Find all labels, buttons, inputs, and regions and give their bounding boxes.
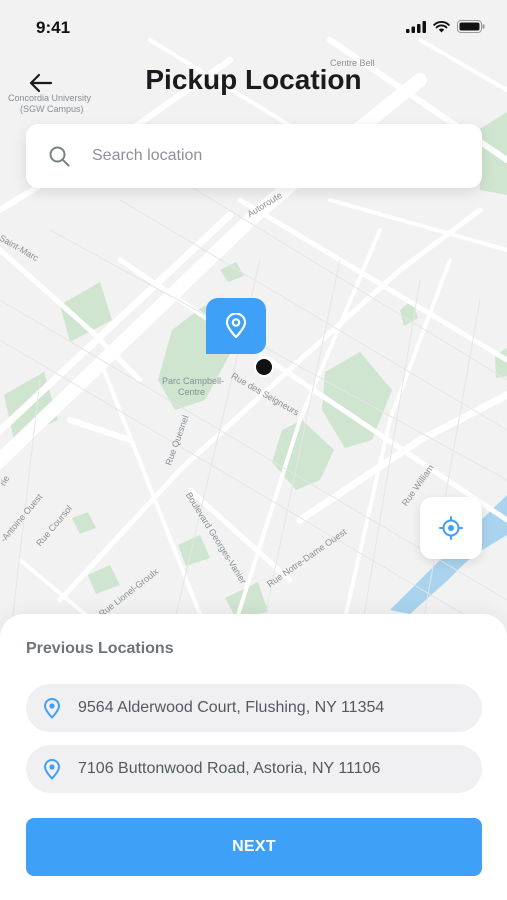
- location-pin-icon: [42, 758, 62, 779]
- previous-location-item[interactable]: 7106 Buttonwood Road, Astoria, NY 11106: [26, 745, 482, 793]
- search-bar[interactable]: [26, 124, 482, 188]
- previous-location-item[interactable]: 9564 Alderwood Court, Flushing, NY 11354: [26, 684, 482, 732]
- pin-dot: [254, 357, 274, 377]
- wifi-icon: [433, 20, 450, 32]
- battery-icon: [457, 20, 485, 33]
- locate-me-button[interactable]: [420, 497, 482, 559]
- location-pin-icon: [225, 313, 247, 339]
- status-bar: 9:41: [0, 0, 507, 56]
- next-button[interactable]: NEXT: [26, 818, 482, 876]
- map-label: (SGW Campus): [20, 104, 84, 114]
- page-title: Pickup Location: [145, 64, 362, 95]
- map-label: Centre: [178, 387, 206, 397]
- location-pin-icon: [42, 697, 62, 718]
- location-address: 7106 Buttonwood Road, Astoria, NY 11106: [78, 760, 381, 777]
- location-address: 9564 Alderwood Court, Flushing, NY 11354: [78, 699, 385, 716]
- search-input[interactable]: [92, 147, 432, 165]
- bottom-sheet: Previous Locations 9564 Alderwood Court,…: [0, 614, 507, 900]
- crosshair-icon: [439, 516, 463, 540]
- previous-locations-title: Previous Locations: [26, 640, 174, 657]
- status-icons: [406, 20, 485, 33]
- status-time: 9:41: [36, 18, 71, 37]
- selected-location-marker[interactable]: [206, 298, 266, 354]
- map-label: Parc Campbell-: [162, 376, 225, 386]
- search-icon: [48, 145, 70, 167]
- cellular-signal-icon: [406, 20, 426, 33]
